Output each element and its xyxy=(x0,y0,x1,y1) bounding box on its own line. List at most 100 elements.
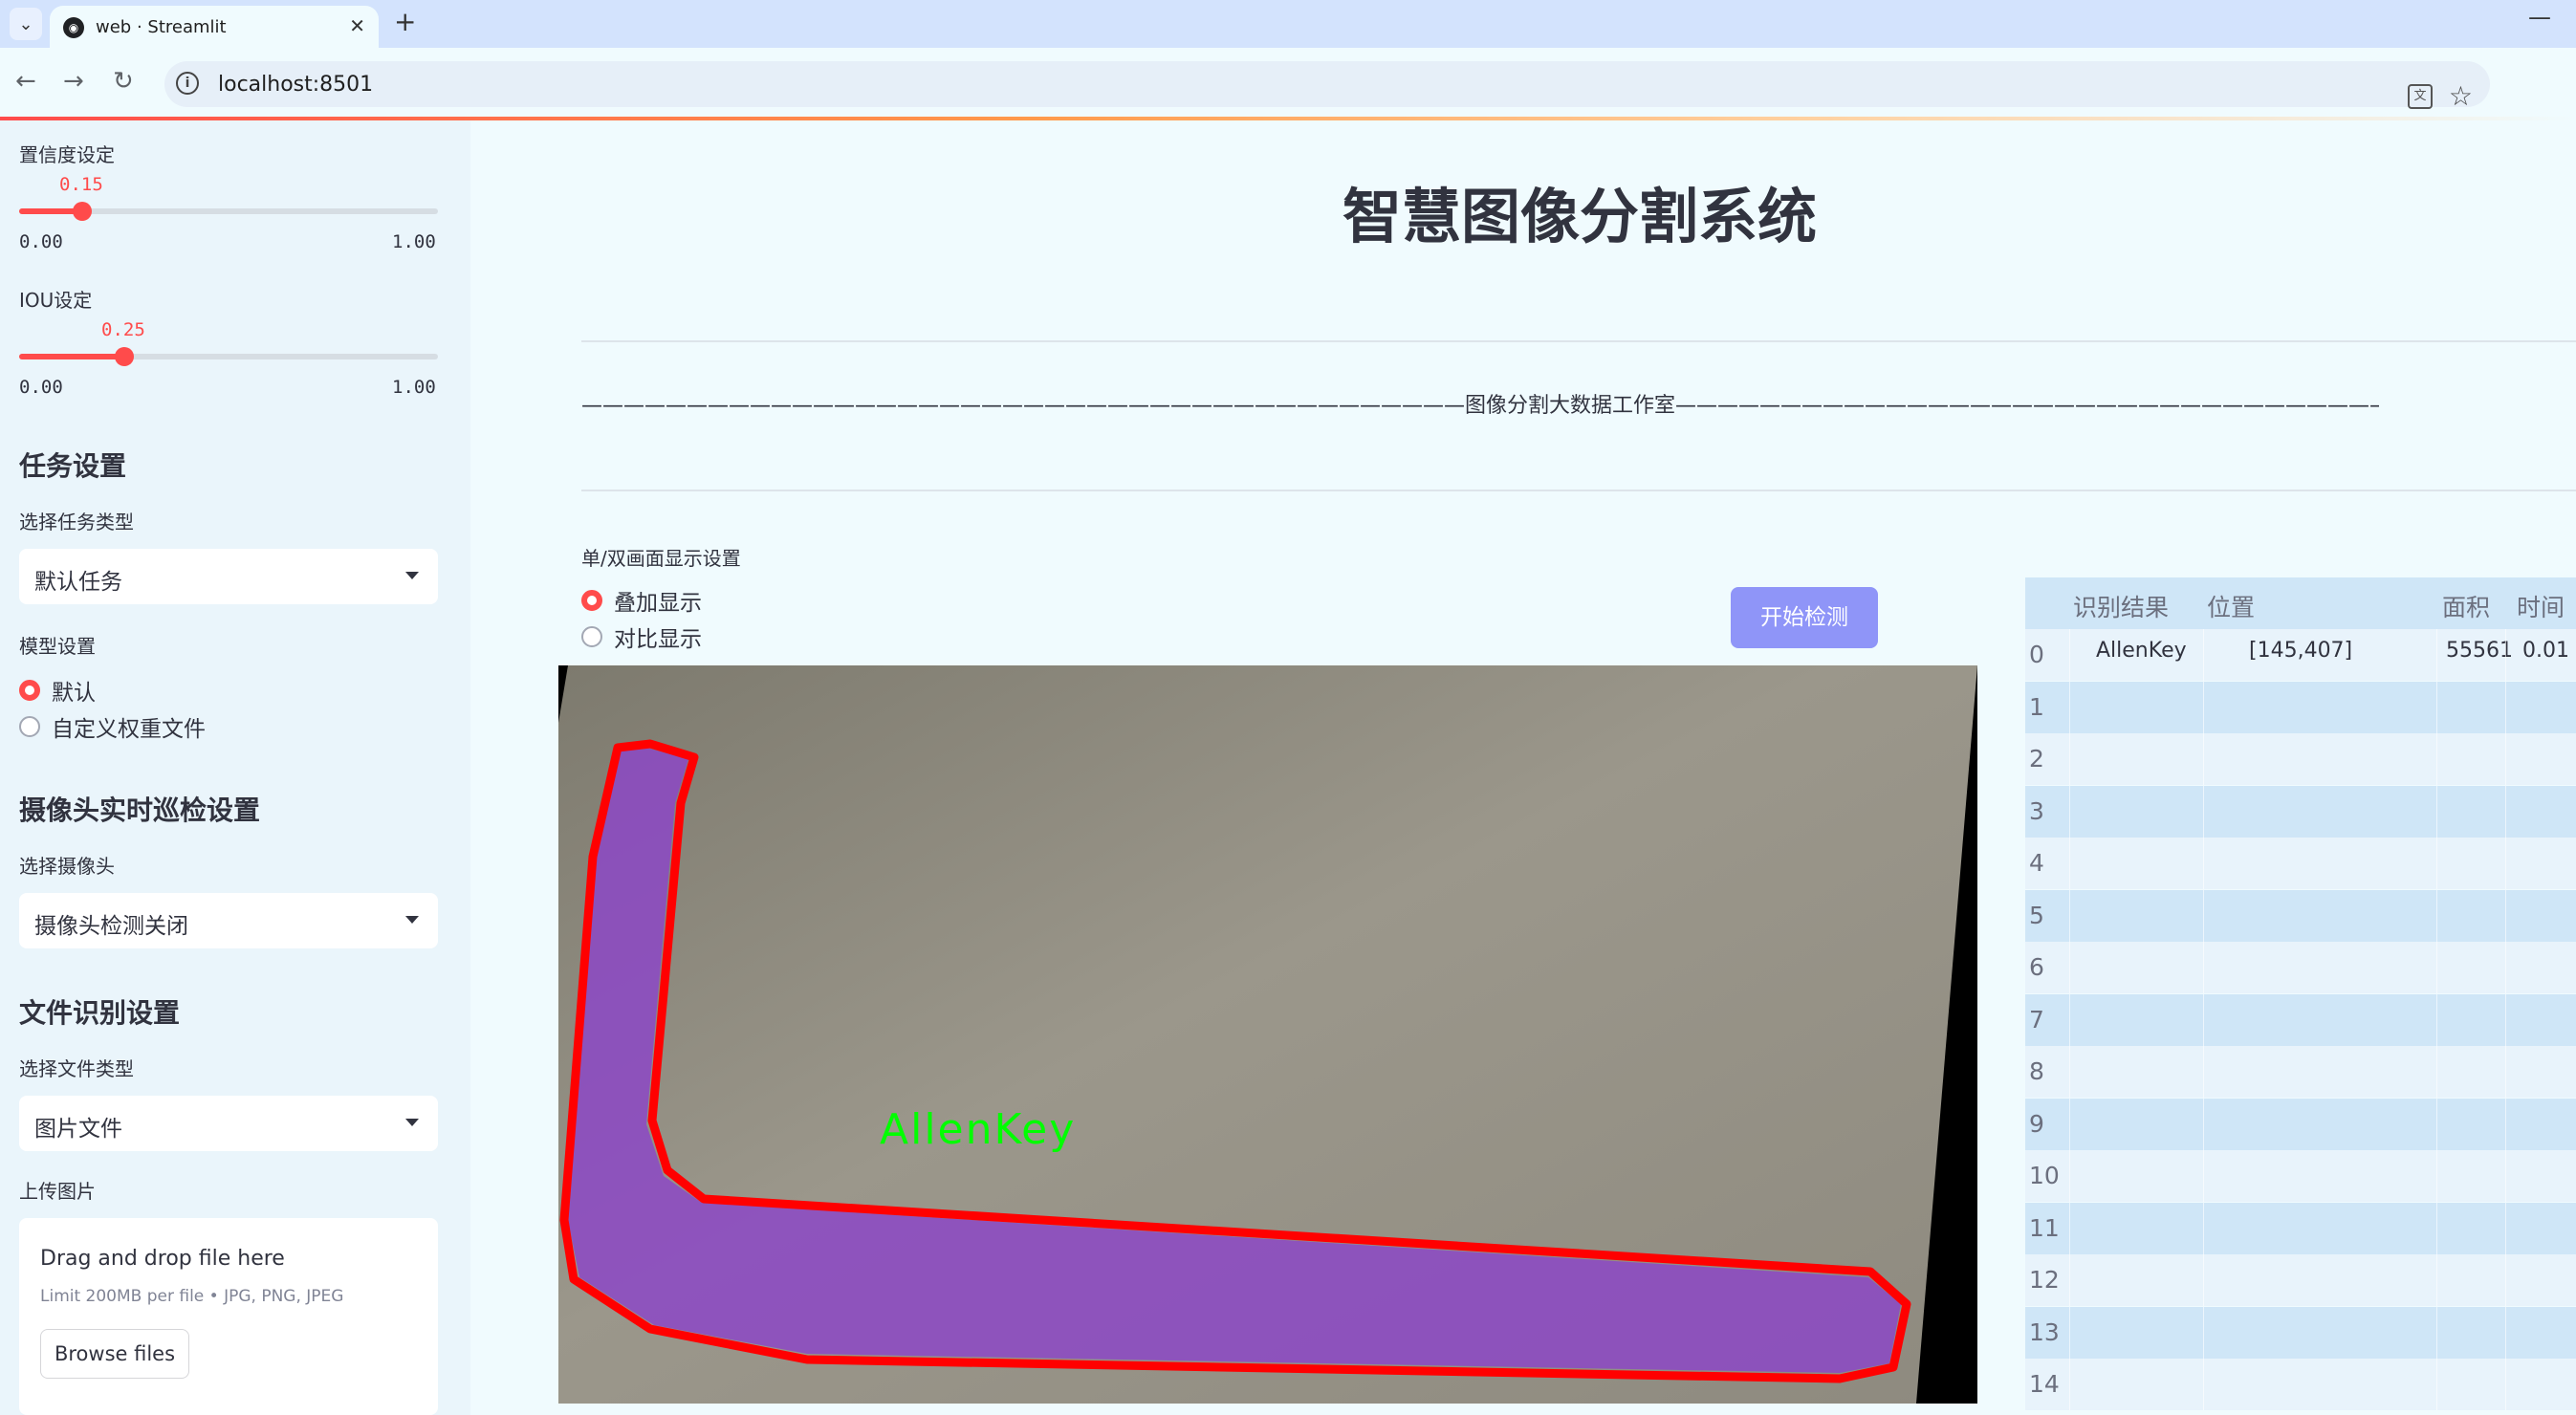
start-detection-button[interactable]: 开始检测 xyxy=(1731,587,1878,648)
divider-line xyxy=(581,490,2576,491)
column-divider xyxy=(2505,942,2506,993)
tab-list-dropdown-icon[interactable]: ⌄ xyxy=(10,8,42,40)
streamlit-favicon-icon: ◉ xyxy=(63,17,84,38)
column-divider xyxy=(2505,993,2506,1046)
radio-selected-icon[interactable] xyxy=(581,590,602,611)
table-row[interactable]: 7 xyxy=(2025,993,2576,1046)
forward-arrow-icon[interactable]: → xyxy=(63,67,84,96)
column-divider xyxy=(2203,993,2204,1046)
row-index: 12 xyxy=(2029,1266,2060,1294)
page-title: 智慧图像分割系统 xyxy=(1342,182,1817,251)
camera-select-value: 摄像头检测关闭 xyxy=(34,914,188,939)
column-divider xyxy=(2505,889,2506,942)
table-row[interactable]: 11 xyxy=(2025,1202,2576,1254)
task-type-value: 默认任务 xyxy=(34,570,122,595)
translate-icon[interactable]: 文 xyxy=(2408,84,2433,109)
reload-icon[interactable]: ↻ xyxy=(113,67,134,96)
file-type-value: 图片文件 xyxy=(34,1117,122,1142)
column-divider xyxy=(2436,629,2437,681)
column-divider xyxy=(2069,993,2070,1046)
radio-selected-icon[interactable] xyxy=(19,680,40,701)
column-divider xyxy=(2203,889,2204,942)
file-uploader-dropzone[interactable]: Drag and drop file here Limit 200MB per … xyxy=(19,1218,438,1415)
column-divider xyxy=(2436,1254,2437,1306)
display-option-compare[interactable]: 对比显示 xyxy=(581,621,702,652)
table-row[interactable]: 0 AllenKey [145,407] 55561 0.01 xyxy=(2025,629,2576,681)
allenkey-mask-label: AllenKey xyxy=(880,1105,1077,1154)
column-divider xyxy=(2069,942,2070,993)
table-row[interactable]: 2 xyxy=(2025,733,2576,785)
row-index: 10 xyxy=(2029,1162,2060,1189)
url-text[interactable]: localhost:8501 xyxy=(218,73,373,97)
column-divider xyxy=(2436,1098,2437,1150)
model-option-custom[interactable]: 自定义权重文件 xyxy=(19,711,206,742)
sidebar: 置信度设定 0.15 0.00 1.00 IOU设定 0.25 0.00 1.0… xyxy=(0,120,470,1415)
new-tab-icon[interactable]: + xyxy=(394,6,416,37)
row-index: 13 xyxy=(2029,1317,2060,1346)
column-divider xyxy=(2436,1359,2437,1410)
model-option-default[interactable]: 默认 xyxy=(19,675,96,706)
site-info-icon[interactable]: i xyxy=(176,72,199,95)
close-tab-icon[interactable]: ✕ xyxy=(349,14,365,37)
chevron-down-icon xyxy=(405,572,419,579)
column-divider xyxy=(2069,838,2070,889)
table-row[interactable]: 13 xyxy=(2025,1306,2576,1359)
column-header-time[interactable]: 时间 xyxy=(2517,589,2565,623)
iou-slider[interactable] xyxy=(19,347,438,366)
radio-unselected-icon[interactable] xyxy=(581,626,602,647)
confidence-slider-thumb[interactable] xyxy=(73,202,92,221)
camera-select[interactable]: 摄像头检测关闭 xyxy=(19,893,438,948)
column-divider xyxy=(2069,1202,2070,1254)
studio-divider-text: ————————————————————————————————————————… xyxy=(581,394,2379,418)
url-field[interactable]: i localhost:8501 文 ☆ xyxy=(164,61,2490,112)
table-row[interactable]: 10 xyxy=(2025,1150,2576,1202)
display-option-overlay[interactable]: 叠加显示 xyxy=(581,585,702,616)
table-row[interactable]: 9 xyxy=(2025,1098,2576,1150)
bookmark-star-icon[interactable]: ☆ xyxy=(2449,80,2473,112)
column-divider xyxy=(2203,1202,2204,1254)
confidence-slider[interactable] xyxy=(19,202,438,221)
table-row[interactable]: 6 xyxy=(2025,942,2576,993)
column-divider xyxy=(2436,1202,2437,1254)
minimize-window-icon[interactable]: — xyxy=(2528,4,2551,31)
column-divider xyxy=(2203,942,2204,993)
row-index: 3 xyxy=(2029,796,2044,825)
column-divider xyxy=(2203,1254,2204,1306)
browser-address-bar: ← → ↻ i localhost:8501 文 ☆ xyxy=(0,48,2576,119)
column-divider xyxy=(2069,1098,2070,1150)
column-divider xyxy=(2203,1306,2204,1359)
task-type-select[interactable]: 默认任务 xyxy=(19,549,438,604)
display-mode-label: 单/双画面显示设置 xyxy=(581,547,741,570)
confidence-label: 置信度设定 xyxy=(19,143,115,166)
browse-files-button[interactable]: Browse files xyxy=(40,1329,189,1379)
column-divider xyxy=(2203,785,2204,838)
column-divider xyxy=(2505,1359,2506,1410)
table-row[interactable]: 8 xyxy=(2025,1046,2576,1098)
radio-unselected-icon[interactable] xyxy=(19,716,40,737)
camera-select-label: 选择摄像头 xyxy=(19,855,115,878)
row-index: 5 xyxy=(2029,901,2044,929)
divider-line xyxy=(581,340,2576,342)
column-divider xyxy=(2203,1359,2204,1410)
file-type-label: 选择文件类型 xyxy=(19,1057,134,1080)
back-arrow-icon[interactable]: ← xyxy=(15,67,36,96)
table-row[interactable]: 5 xyxy=(2025,889,2576,942)
table-row[interactable]: 12 xyxy=(2025,1254,2576,1306)
upload-title: Drag and drop file here xyxy=(40,1247,285,1271)
column-header-result[interactable]: 识别结果 xyxy=(2073,589,2169,623)
column-header-position[interactable]: 位置 xyxy=(2207,589,2255,623)
iou-slider-thumb[interactable] xyxy=(115,347,134,366)
column-divider xyxy=(2505,1254,2506,1306)
table-row[interactable]: 14 xyxy=(2025,1359,2576,1410)
file-type-select[interactable]: 图片文件 xyxy=(19,1096,438,1151)
table-row[interactable]: 1 xyxy=(2025,681,2576,733)
display-option-label: 叠加显示 xyxy=(614,591,702,616)
table-row[interactable]: 4 xyxy=(2025,838,2576,889)
column-header-area[interactable]: 面积 xyxy=(2442,589,2490,623)
browser-tab[interactable]: ◉ web · Streamlit ✕ xyxy=(50,6,379,48)
cell-position: [145,407] xyxy=(2249,639,2353,663)
column-divider xyxy=(2505,1202,2506,1254)
cell-time: 0.01 xyxy=(2522,639,2569,663)
confidence-max: 1.00 xyxy=(392,231,436,252)
table-row[interactable]: 3 xyxy=(2025,785,2576,838)
